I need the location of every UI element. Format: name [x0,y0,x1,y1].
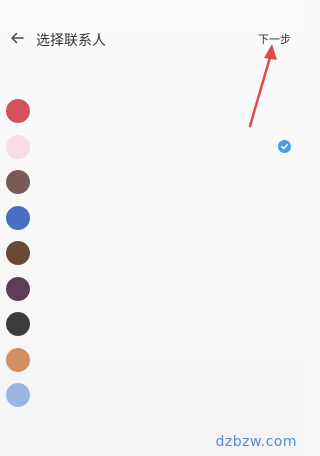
contact-row[interactable] [0,306,305,342]
watermark: dzbzw.com [215,434,297,450]
avatar [6,241,30,265]
contact-list [0,93,305,413]
back-button[interactable] [6,27,28,49]
contact-row[interactable] [0,342,305,378]
avatar [6,347,30,372]
avatar [6,170,30,194]
contact-row[interactable] [0,93,305,129]
avatar [6,312,30,336]
contact-row[interactable] [0,235,305,271]
contact-row[interactable] [0,129,305,165]
arrow-left-icon [11,32,24,44]
page-title: 选择联系人 [36,32,106,48]
contact-row[interactable] [0,271,305,307]
avatar [6,134,30,159]
contact-row[interactable] [0,164,305,200]
check-circle-icon [278,139,291,153]
avatar [6,99,30,123]
avatar [6,383,30,407]
status-bar [0,0,305,18]
avatar [6,276,30,301]
next-step-button[interactable]: 下一步 [258,31,291,47]
avatar [6,205,30,230]
contact-row[interactable] [0,200,305,236]
contact-row[interactable] [0,377,305,413]
header: 选择联系人 下一步 [0,22,305,56]
screen: 选择联系人 下一步 dzbzw.com [0,0,305,456]
